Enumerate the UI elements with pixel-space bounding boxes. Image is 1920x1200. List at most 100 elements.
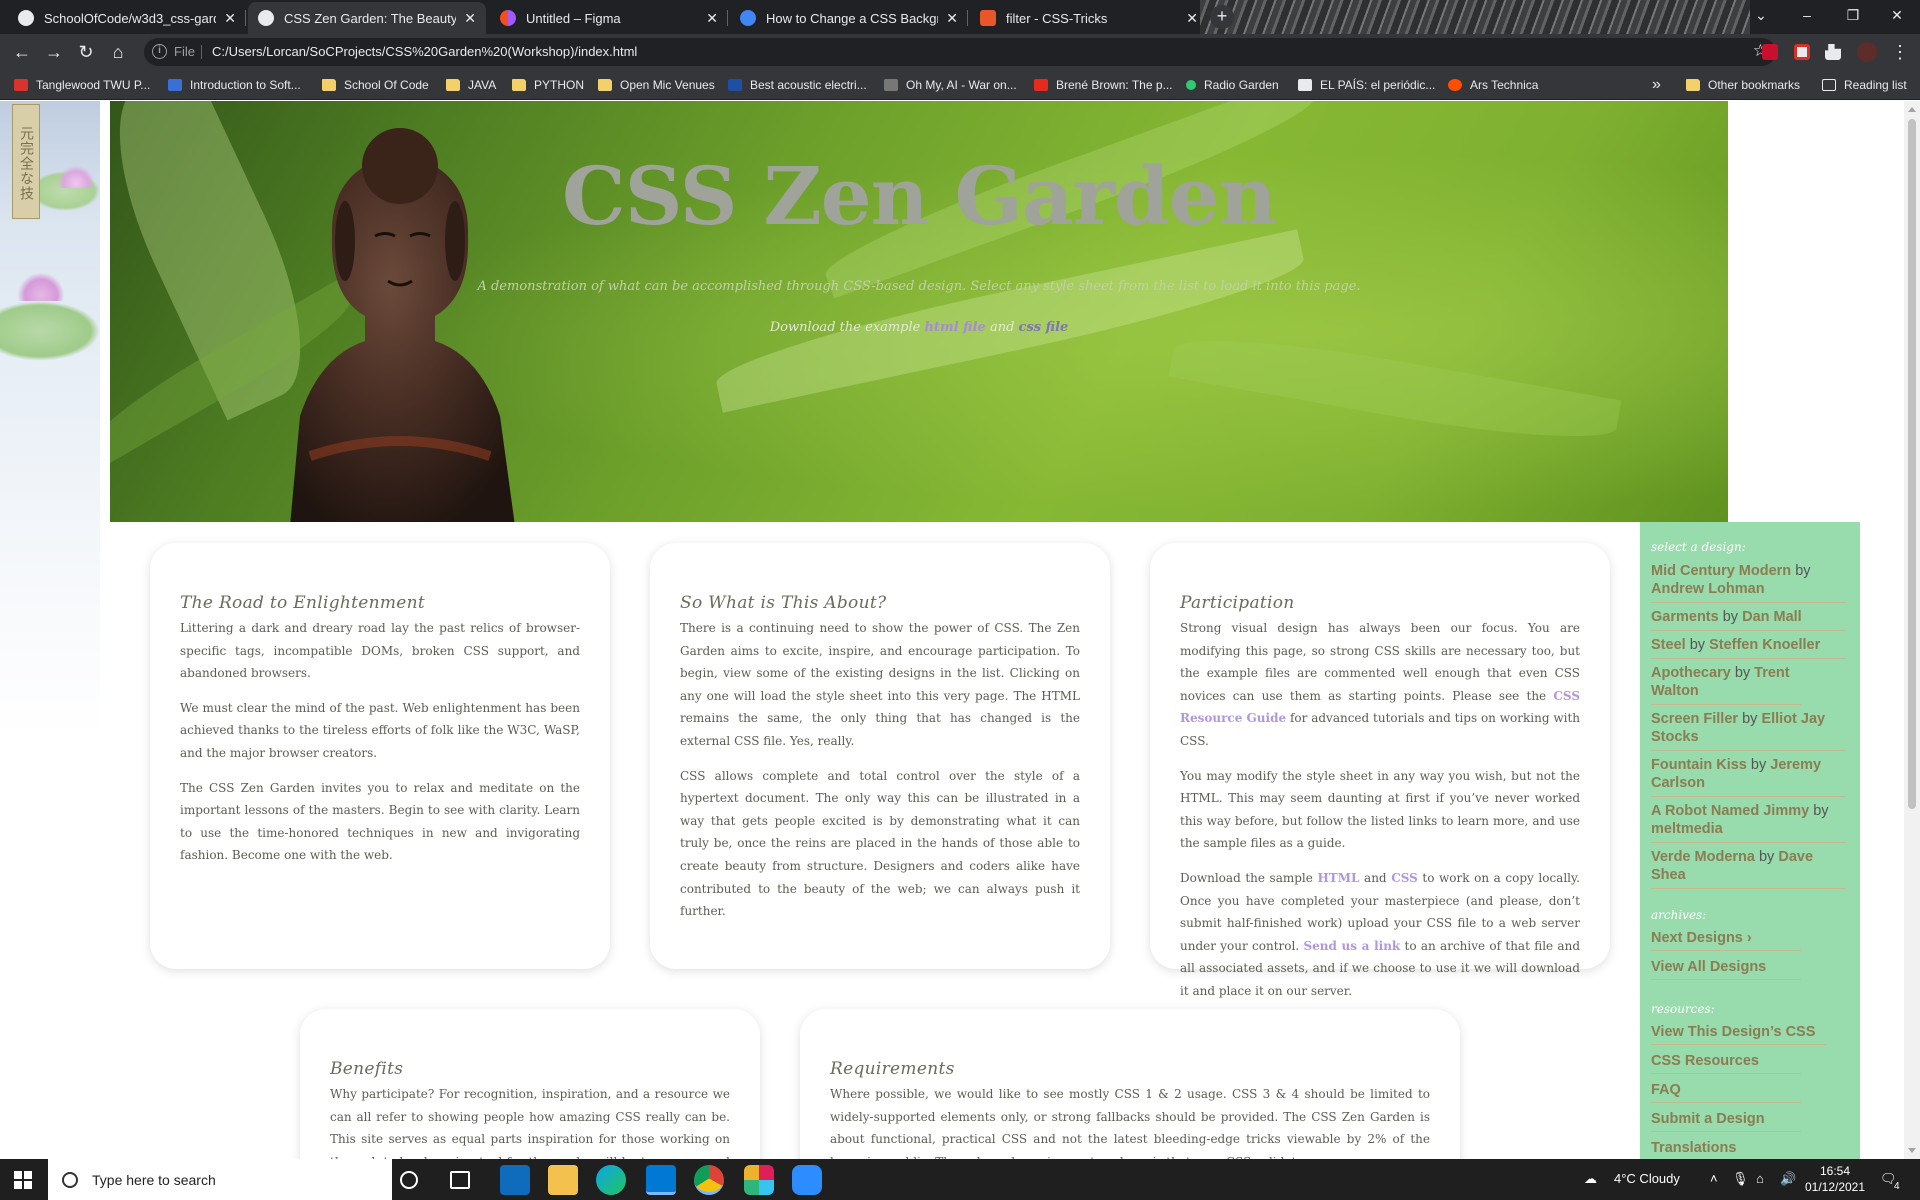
mail-icon[interactable] [500, 1165, 530, 1195]
design-name[interactable]: Apothecary [1651, 665, 1731, 681]
close-icon[interactable]: ✕ [224, 10, 236, 27]
design-author[interactable]: Dan Mall [1742, 609, 1802, 625]
home-button[interactable]: ⌂ [106, 40, 130, 64]
design-name[interactable]: Screen Filler [1651, 711, 1738, 727]
tab-figma[interactable]: Untitled – Figma ✕ [490, 2, 728, 34]
sample-css-link[interactable]: CSS [1391, 871, 1418, 885]
close-icon[interactable]: ✕ [706, 10, 718, 27]
lily-pond-background [0, 101, 100, 1159]
file-explorer-icon[interactable] [548, 1165, 578, 1195]
other-bookmarks[interactable]: Other bookmarks [1686, 77, 1800, 93]
microphone-icon[interactable]: 🎙 [1732, 1171, 1749, 1187]
windows-start-icon[interactable] [14, 1171, 32, 1189]
design-item[interactable]: Mid Century Modern by Andrew Lohman [1651, 562, 1846, 603]
bookmark-folder[interactable]: JAVA [446, 77, 496, 93]
design-author[interactable]: Andrew Lohman [1651, 581, 1765, 597]
view-design-css-link[interactable]: View This Design’s CSS [1651, 1024, 1826, 1045]
design-item[interactable]: Steel by Steffen Knoeller [1651, 636, 1846, 659]
close-icon[interactable]: ✕ [1186, 10, 1198, 27]
design-item[interactable]: Fountain Kiss by Jeremy Carlson [1651, 756, 1846, 797]
bookmark-item[interactable]: Radio Garden [1186, 77, 1279, 93]
tab-css-zen-garden[interactable]: CSS Zen Garden: The Beauty of CSS Design… [248, 2, 486, 34]
submit-design-link[interactable]: Submit a Design [1651, 1111, 1801, 1132]
reload-button[interactable]: ↻ [74, 40, 98, 64]
css-file-link[interactable]: css file [1019, 320, 1069, 335]
vertical-scrollbar[interactable] [1904, 101, 1920, 1159]
task-view-icon[interactable] [450, 1171, 470, 1189]
tray-chevron-icon[interactable]: ˄ [1710, 1171, 1718, 1186]
design-name[interactable]: Mid Century Modern [1651, 563, 1791, 579]
reading-list[interactable]: Reading list [1822, 77, 1907, 93]
minimize-button[interactable]: – [1784, 0, 1830, 30]
close-window-button[interactable]: ✕ [1874, 0, 1920, 30]
bookmark-item[interactable]: Brené Brown: The p... [1034, 77, 1173, 93]
scroll-up-icon[interactable] [1908, 107, 1916, 112]
translations-link[interactable]: Translations [1651, 1140, 1801, 1159]
design-name[interactable]: Garments [1651, 609, 1719, 625]
profile-avatar[interactable] [1857, 42, 1877, 62]
weather-status[interactable]: 4°C Cloudy [1614, 1171, 1680, 1186]
address-bar[interactable]: i File C:/Users/Lorcan/SoCProjects/CSS%2… [144, 38, 1776, 66]
taskbar-search-box[interactable]: Type here to search [48, 1159, 392, 1200]
design-item[interactable]: Garments by Dan Mall [1651, 608, 1846, 631]
info-icon[interactable]: i [152, 44, 167, 59]
tab-github[interactable]: SchoolOfCode/w3d3_css-garden ✕ [8, 2, 246, 34]
design-name[interactable]: Verde Moderna [1651, 849, 1755, 865]
chrome-icon[interactable] [694, 1165, 724, 1195]
edge-icon[interactable] [596, 1165, 626, 1195]
bookmark-folder[interactable]: PYTHON [512, 77, 584, 93]
design-name[interactable]: Fountain Kiss [1651, 757, 1747, 773]
bookmark-folder[interactable]: Open Mic Venues [598, 77, 715, 93]
network-icon[interactable]: ⌂ [1756, 1171, 1764, 1186]
design-item[interactable]: Apothecary by Trent Walton [1651, 664, 1801, 705]
vscode-icon[interactable] [646, 1165, 676, 1195]
scrollbar-thumb[interactable] [1908, 119, 1916, 809]
send-us-a-link[interactable]: Send us a link [1303, 939, 1400, 953]
html-file-link[interactable]: html file [924, 320, 985, 335]
forward-button[interactable]: → [42, 40, 66, 64]
url-text[interactable]: C:/Users/Lorcan/SoCProjects/CSS%20Garden… [212, 44, 637, 59]
design-name[interactable]: A Robot Named Jimmy [1651, 803, 1809, 819]
bamboo-leaf [1168, 322, 1622, 455]
design-author[interactable]: meltmedia [1651, 821, 1723, 837]
clock[interactable]: 16:54 01/12/2021 [1800, 1163, 1870, 1195]
tab-css-tricks[interactable]: filter - CSS-Tricks ✕ [970, 2, 1208, 34]
restore-button[interactable]: ❐ [1830, 0, 1876, 30]
extension-icon[interactable] [1794, 44, 1810, 60]
volume-icon[interactable]: 🔊 [1780, 1171, 1796, 1187]
ublock-extension-icon[interactable] [1762, 44, 1778, 60]
bookmark-label: Oh My, AI - War on... [906, 78, 1017, 92]
css-resources-link[interactable]: CSS Resources [1651, 1053, 1801, 1074]
menu-kebab-icon[interactable]: ⋮ [1888, 40, 1912, 64]
ted-icon [1034, 79, 1048, 91]
faq-link[interactable]: FAQ [1651, 1082, 1801, 1103]
bookmarks-overflow-button[interactable]: » [1652, 76, 1661, 93]
bookmark-item[interactable]: EL PAÍS: el periódic... [1298, 77, 1435, 93]
tab-search-button[interactable]: ⌄ [1738, 0, 1784, 30]
view-all-designs-link[interactable]: View All Designs [1651, 959, 1801, 980]
back-button[interactable]: ← [10, 40, 34, 64]
slack-icon[interactable] [744, 1165, 774, 1195]
zoom-icon[interactable] [792, 1165, 822, 1195]
design-item[interactable]: Screen Filler by Elliot Jay Stocks [1651, 710, 1846, 751]
bookmark-item[interactable]: Oh My, AI - War on... [884, 77, 1017, 93]
bookmark-folder[interactable]: School Of Code [322, 77, 429, 93]
close-icon[interactable]: ✕ [946, 10, 958, 27]
close-icon[interactable]: ✕ [464, 10, 476, 27]
puzzle-extensions-icon[interactable] [1825, 44, 1841, 60]
next-designs-link[interactable]: Next Designs › [1651, 930, 1801, 951]
bookmark-item[interactable]: Ars Technica [1448, 77, 1538, 93]
tab-css-background[interactable]: How to Change a CSS Background ✕ [730, 2, 968, 34]
sample-html-link[interactable]: HTML [1317, 871, 1359, 885]
scroll-down-icon[interactable] [1908, 1148, 1916, 1153]
new-tab-button[interactable]: + [1210, 5, 1234, 29]
design-item[interactable]: Verde Moderna by Dave Shea [1651, 848, 1846, 889]
bookmark-item[interactable]: Tanglewood TWU P... [14, 77, 150, 93]
design-item[interactable]: A Robot Named Jimmy by meltmedia [1651, 802, 1846, 843]
bookmark-item[interactable]: Introduction to Soft... [168, 77, 301, 93]
bookmark-item[interactable]: Best acoustic electri... [728, 77, 867, 93]
design-name[interactable]: Steel [1651, 637, 1686, 653]
cortana-icon[interactable] [400, 1171, 418, 1189]
design-author[interactable]: Steffen Knoeller [1709, 637, 1820, 653]
weather-icon[interactable]: ☁ [1584, 1171, 1597, 1187]
